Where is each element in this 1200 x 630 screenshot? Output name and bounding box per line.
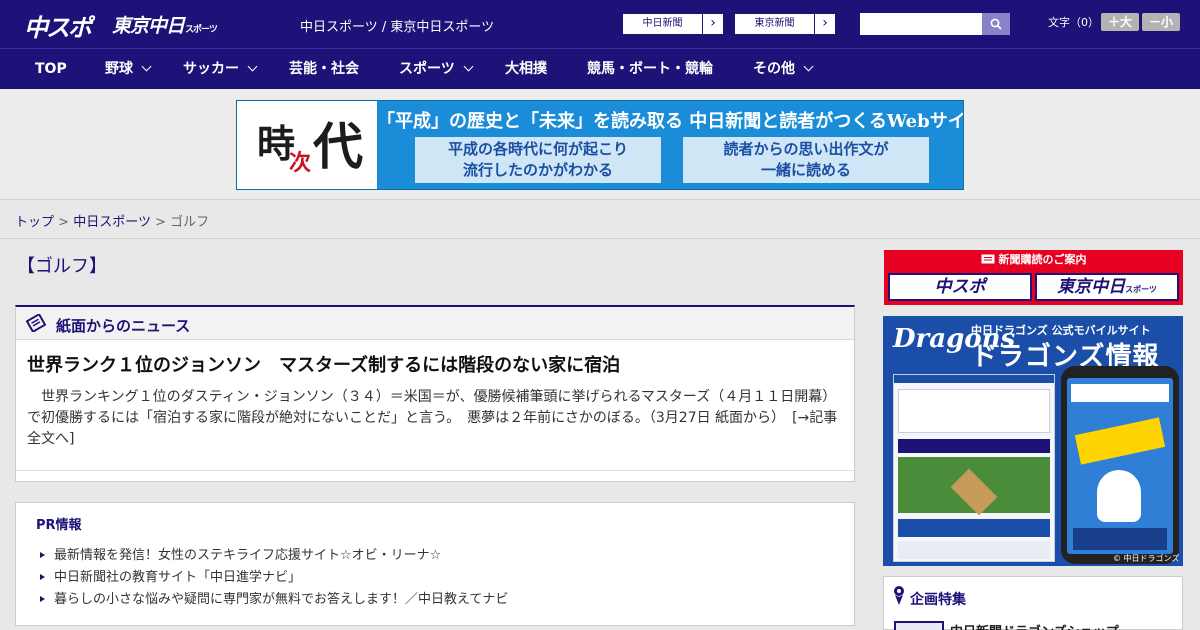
- nav-label: 野球: [105, 61, 133, 77]
- banner-kanji-dai: 代: [313, 117, 363, 176]
- top-header: 中スポ 東京中日スポーツ 中日スポーツ / 東京中日スポーツ 中日新聞 › 東京…: [0, 0, 1200, 48]
- chevron-down-icon: [247, 61, 258, 72]
- search-button[interactable]: [982, 13, 1010, 35]
- nav-item-other[interactable]: その他: [753, 49, 814, 90]
- nav-item-sumo[interactable]: 大相撲: [505, 49, 547, 90]
- dragons-copyright: © 中日ドラゴンズ: [1113, 554, 1180, 563]
- divider: [0, 238, 1200, 239]
- page-title: 【ゴルフ】: [17, 256, 107, 277]
- tokyo-logo-text: 東京中日: [112, 15, 185, 37]
- dragons-mobile-ad[interactable]: Dragons 中日ドラゴンズ 公式モバイルサイト ドラゴンズ情報 © 中日ドラ…: [883, 316, 1183, 566]
- article-body: 世界ランキング１位のダスティン・ジョンソン（３４）＝米国＝が、優勝候補筆頭に挙げ…: [27, 389, 837, 426]
- news-section-header: 紙面からのニュース: [16, 307, 854, 340]
- search-input[interactable]: [860, 13, 982, 35]
- text-size-label: 文字（0）: [1048, 16, 1099, 29]
- search-icon: [990, 18, 1002, 30]
- jidai-banner[interactable]: 時 次 代 「平成」の歴史と「未来」を読み取る 中日新聞と読者がつくるWebサイ…: [236, 100, 964, 190]
- subscribe-tokyo-label: 東京中日: [1057, 277, 1126, 297]
- chunichi-shimbun-button[interactable]: 中日新聞 ›: [622, 13, 724, 35]
- breadcrumb-current: ゴルフ: [170, 215, 210, 230]
- nav-item-top[interactable]: TOP: [35, 49, 67, 90]
- special-features-title: 企画特集: [910, 592, 966, 608]
- nav-item-racing[interactable]: 競馬・ボート・競輪: [587, 49, 713, 90]
- tokyo-shimbun-button[interactable]: 東京新聞 ›: [734, 13, 836, 35]
- breadcrumb-chunichi-sports[interactable]: 中日スポーツ: [73, 215, 151, 230]
- nav-item-soccer[interactable]: サッカー: [183, 49, 258, 90]
- tokyo-shimbun-label: 東京新聞: [735, 14, 815, 34]
- subscription-header: 新聞購読のご案内: [884, 250, 1183, 270]
- article-summary: 世界ランキング１位のダスティン・ジョンソン（３４）＝米国＝が、優勝候補筆頭に挙げ…: [27, 387, 847, 450]
- chevron-right-icon: ›: [710, 15, 716, 31]
- subscribe-tokyo-small: スポーツ: [1125, 285, 1157, 294]
- chevron-down-icon: [141, 61, 152, 72]
- nav-label: その他: [753, 61, 795, 77]
- pr-link[interactable]: 中日新聞社の教育サイト「中日進学ナビ」: [40, 566, 301, 585]
- banner-box-right: 読者からの思い出作文が 一緒に読める: [683, 137, 929, 183]
- pr-link[interactable]: 最新情報を発信！女性のステキライフ応援サイト☆オビ・リーナ☆: [40, 544, 441, 563]
- chuspo-logo[interactable]: 中スポ: [24, 8, 92, 43]
- nav-item-sports[interactable]: スポーツ: [399, 49, 474, 90]
- nav-label: 競馬・ボート・競輪: [587, 61, 713, 77]
- pr-section: PR情報 最新情報を発信！女性のステキライフ応援サイト☆オビ・リーナ☆ 中日新聞…: [15, 502, 855, 626]
- subscription-box: 新聞購読のご案内 中スポ 東京中日スポーツ: [884, 250, 1183, 305]
- news-section: 紙面からのニュース 世界ランク１位のジョンソン マスターズ制するには階段のない家…: [15, 305, 855, 482]
- banner-box-right-line2: 一緒に読める: [760, 161, 851, 179]
- newspaper-icon: [26, 314, 46, 332]
- nav-item-baseball[interactable]: 野球: [105, 49, 152, 90]
- chevron-down-icon: [803, 61, 814, 72]
- banner-kanji-tsugi: 次: [289, 150, 312, 176]
- subscription-head-text: 新聞購読のご案内: [998, 253, 1087, 266]
- dragons-shop-thumbnail[interactable]: [894, 621, 944, 630]
- special-features-box: 企画特集 中日新聞ドラゴンズショップ: [883, 576, 1183, 630]
- ribbon-icon: [894, 586, 904, 605]
- breadcrumb-sep: >: [58, 215, 70, 230]
- breadcrumb: トップ > 中日スポーツ > ゴルフ: [15, 211, 209, 230]
- main-nav: TOP 野球 サッカー 芸能・社会 スポーツ 大相撲 競馬・ボート・競輪 その他: [0, 48, 1200, 89]
- tokyo-chunichi-logo[interactable]: 東京中日スポーツ: [112, 11, 218, 38]
- banner-box-right-line1: 読者からの思い出作文が: [723, 140, 889, 158]
- dragons-shop-link[interactable]: 中日新聞ドラゴンズショップ: [950, 621, 1119, 630]
- banner-box-left-line2: 流行したのかがわかる: [462, 161, 613, 179]
- banner-box-left: 平成の各時代に何が起こり 流行したのかがわかる: [415, 137, 661, 183]
- chevron-down-icon: [463, 61, 474, 72]
- pr-link[interactable]: 暮らしの小さな悩みや疑問に専門家が無料でお答えします！／中日教えてナビ: [40, 588, 508, 607]
- text-size-decrease-button[interactable]: －小: [1142, 13, 1180, 31]
- divider: [16, 470, 854, 471]
- chevron-right-icon: ›: [822, 15, 828, 31]
- newspaper-icon: [981, 254, 994, 264]
- nav-label: スポーツ: [399, 61, 455, 77]
- subscribe-chuspo-button[interactable]: 中スポ: [888, 273, 1032, 301]
- site-links[interactable]: 中日スポーツ / 東京中日スポーツ: [300, 16, 494, 35]
- banner-headline: 「平成」の歴史と「未来」を読み取る 中日新聞と読者がつくるWebサイト: [377, 111, 964, 132]
- tokyo-logo-small: スポーツ: [185, 25, 218, 35]
- nav-label: 芸能・社会: [289, 61, 359, 77]
- pr-title: PR情報: [36, 518, 82, 533]
- nav-item-entertainment[interactable]: 芸能・社会: [289, 49, 359, 90]
- article-title[interactable]: 世界ランク１位のジョンソン マスターズ制するには階段のない家に宿泊: [27, 351, 620, 377]
- banner-box-left-line1: 平成の各時代に何が起こり: [447, 140, 628, 158]
- nav-label: TOP: [35, 61, 67, 77]
- phone-image: [1061, 366, 1179, 564]
- breadcrumb-sep: >: [155, 215, 166, 230]
- subscribe-tokyo-button[interactable]: 東京中日スポーツ: [1035, 273, 1179, 301]
- nav-label: サッカー: [183, 61, 239, 77]
- nav-label: 大相撲: [505, 61, 547, 77]
- news-section-title: 紙面からのニュース: [56, 317, 191, 335]
- banner-logo-panel: 時 次 代: [237, 101, 377, 189]
- chunichi-shimbun-label: 中日新聞: [623, 14, 703, 34]
- breadcrumb-top[interactable]: トップ: [15, 215, 54, 230]
- dragons-ad-screen-image: [893, 374, 1055, 562]
- banner-area: 時 次 代 「平成」の歴史と「未来」を読み取る 中日新聞と読者がつくるWebサイ…: [0, 89, 1200, 200]
- text-size-increase-button[interactable]: ＋大: [1101, 13, 1139, 31]
